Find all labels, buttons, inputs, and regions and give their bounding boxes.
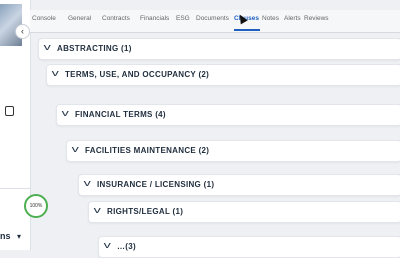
tab-esg[interactable]: ESG — [176, 15, 190, 22]
section-financial-terms[interactable]: v FINANCIAL TERMS (4) — [56, 104, 400, 126]
section-title: FINANCIAL TERMS (4) — [75, 110, 166, 119]
tab-contracts[interactable]: Contracts — [102, 15, 130, 22]
sidebar-divider — [0, 188, 30, 189]
chevron-down-icon[interactable]: v — [44, 42, 51, 52]
chevron-down-icon[interactable]: v — [84, 178, 91, 188]
tab-alerts[interactable]: Alerts — [284, 15, 301, 22]
chevron-down-icon[interactable]: v — [72, 144, 79, 154]
section-title: INSURANCE / LICENSING (1) — [97, 180, 215, 189]
section-title: RIGHTS/LEGAL (1) — [107, 207, 184, 216]
collapse-sidebar-button[interactable]: ‹ — [15, 24, 30, 39]
chevron-down-icon[interactable]: ▾ — [17, 232, 21, 241]
section-facilities-maintenance[interactable]: v FACILITIES MAINTENANCE (2) — [66, 140, 400, 162]
section-rights-legal[interactable]: v RIGHTS/LEGAL (1) — [88, 201, 400, 223]
section-insurance-licensing[interactable]: v INSURANCE / LICENSING (1) — [78, 174, 400, 196]
chevron-down-icon[interactable]: v — [52, 68, 59, 78]
section-title: FACILITIES MAINTENANCE (2) — [85, 146, 210, 155]
tab-notes[interactable]: Notes — [262, 15, 279, 22]
tab-documents[interactable]: Documents — [196, 15, 229, 22]
copy-icon[interactable] — [5, 106, 14, 116]
tab-console[interactable]: Console — [32, 15, 56, 22]
chevron-down-icon[interactable]: v — [62, 108, 69, 118]
section-title: ABSTRACTING (1) — [57, 44, 132, 53]
active-tab-indicator — [234, 29, 260, 31]
section-title: TERMS, USE, AND OCCUPANCY (2) — [65, 70, 210, 79]
tab-financials[interactable]: Financials — [140, 15, 169, 22]
tab-reviews[interactable]: Reviews — [304, 15, 329, 22]
section-terms-use-occupancy[interactable]: v TERMS, USE, AND OCCUPANCY (2) — [46, 64, 400, 86]
tab-general[interactable]: General — [68, 15, 91, 22]
chevron-down-icon[interactable]: v — [94, 205, 101, 215]
owner-label: ns — [0, 231, 11, 241]
chevron-down-icon[interactable]: v — [104, 240, 111, 250]
section-abstracting[interactable]: v ABSTRACTING (1) — [38, 38, 400, 60]
main-content: Console General Contracts Financials ESG… — [30, 0, 400, 258]
tab-bar: Console General Contracts Financials ESG… — [30, 10, 400, 33]
section-partial[interactable]: v …(3) — [98, 236, 400, 258]
